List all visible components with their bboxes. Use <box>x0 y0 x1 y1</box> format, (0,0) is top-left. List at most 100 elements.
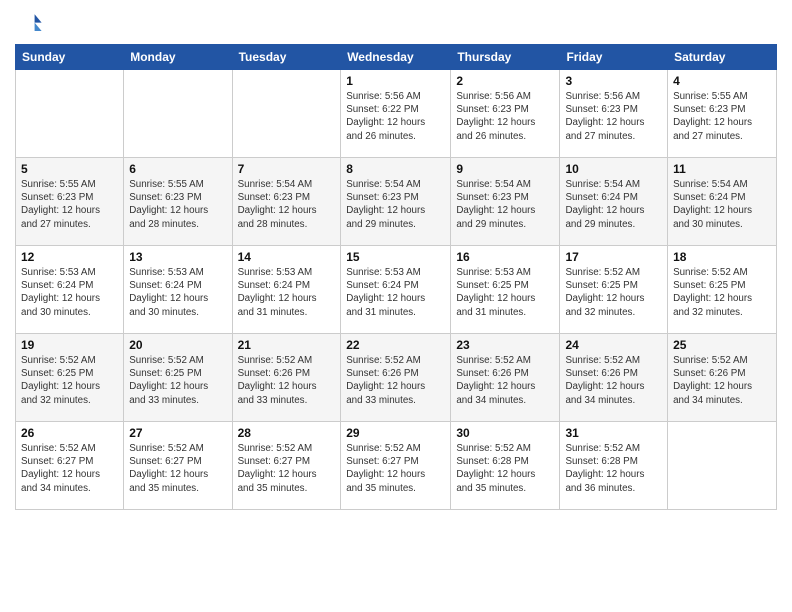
day-number: 3 <box>565 74 662 88</box>
day-number: 22 <box>346 338 445 352</box>
day-cell: 1 Sunrise: 5:56 AMSunset: 6:22 PMDaylight… <box>341 70 451 158</box>
day-info: Sunrise: 5:53 AMSunset: 6:24 PMDaylight:… <box>129 266 226 319</box>
week-row-1: 1 Sunrise: 5:56 AMSunset: 6:22 PMDaylight… <box>16 70 777 158</box>
week-row-2: 5 Sunrise: 5:55 AMSunset: 6:23 PMDaylight… <box>16 158 777 246</box>
day-cell: 30 Sunrise: 5:52 AMSunset: 6:28 PMDayligh… <box>451 422 560 510</box>
day-cell: 26 Sunrise: 5:52 AMSunset: 6:27 PMDayligh… <box>16 422 124 510</box>
header <box>15 10 777 38</box>
day-number: 27 <box>129 426 226 440</box>
day-info: Sunrise: 5:52 AMSunset: 6:27 PMDaylight:… <box>346 442 445 495</box>
day-cell: 25 Sunrise: 5:52 AMSunset: 6:26 PMDayligh… <box>668 334 777 422</box>
day-info: Sunrise: 5:54 AMSunset: 6:23 PMDaylight:… <box>238 178 336 231</box>
day-cell: 4Sunrise: 5:55 AMSunset: 6:23 PMDaylight… <box>668 70 777 158</box>
day-number: 31 <box>565 426 662 440</box>
header-cell-monday: Monday <box>124 45 232 70</box>
day-cell: 14 Sunrise: 5:53 AMSunset: 6:24 PMDayligh… <box>232 246 341 334</box>
day-info: Sunrise: 5:55 AMSunset: 6:23 PMDaylight:… <box>21 178 118 231</box>
page: SundayMondayTuesdayWednesdayThursdayFrid… <box>0 0 792 612</box>
day-cell <box>232 70 341 158</box>
day-cell: 20 Sunrise: 5:52 AMSunset: 6:25 PMDayligh… <box>124 334 232 422</box>
week-row-4: 19 Sunrise: 5:52 AMSunset: 6:25 PMDayligh… <box>16 334 777 422</box>
day-cell: 7Sunrise: 5:54 AMSunset: 6:23 PMDaylight… <box>232 158 341 246</box>
day-number: 11 <box>673 162 771 176</box>
day-cell: 9 Sunrise: 5:54 AMSunset: 6:23 PMDaylight… <box>451 158 560 246</box>
day-number: 1 <box>346 74 445 88</box>
day-info: Sunrise: 5:54 AMSunset: 6:23 PMDaylight:… <box>456 178 554 231</box>
day-cell: 27 Sunrise: 5:52 AMSunset: 6:27 PMDayligh… <box>124 422 232 510</box>
day-cell: 5 Sunrise: 5:55 AMSunset: 6:23 PMDaylight… <box>16 158 124 246</box>
day-number: 4 <box>673 74 771 88</box>
day-cell: 12 Sunrise: 5:53 AMSunset: 6:24 PMDayligh… <box>16 246 124 334</box>
header-cell-friday: Friday <box>560 45 668 70</box>
day-cell: 29 Sunrise: 5:52 AMSunset: 6:27 PMDayligh… <box>341 422 451 510</box>
day-number: 6 <box>129 162 226 176</box>
day-info: Sunrise: 5:55 AMSunset: 6:23 PMDaylight:… <box>129 178 226 231</box>
day-number: 29 <box>346 426 445 440</box>
day-info: Sunrise: 5:52 AMSunset: 6:25 PMDaylight:… <box>129 354 226 407</box>
day-number: 30 <box>456 426 554 440</box>
day-cell: 8 Sunrise: 5:54 AMSunset: 6:23 PMDaylight… <box>341 158 451 246</box>
day-cell: 28 Sunrise: 5:52 AMSunset: 6:27 PMDayligh… <box>232 422 341 510</box>
day-cell: 6 Sunrise: 5:55 AMSunset: 6:23 PMDaylight… <box>124 158 232 246</box>
logo-icon <box>15 10 43 38</box>
day-info: Sunrise: 5:53 AMSunset: 6:25 PMDaylight:… <box>456 266 554 319</box>
header-cell-saturday: Saturday <box>668 45 777 70</box>
day-number: 20 <box>129 338 226 352</box>
day-cell: 15 Sunrise: 5:53 AMSunset: 6:24 PMDayligh… <box>341 246 451 334</box>
day-number: 5 <box>21 162 118 176</box>
day-cell: 18Sunrise: 5:52 AMSunset: 6:25 PMDayligh… <box>668 246 777 334</box>
day-number: 8 <box>346 162 445 176</box>
day-cell: 24Sunrise: 5:52 AMSunset: 6:26 PMDayligh… <box>560 334 668 422</box>
day-number: 12 <box>21 250 118 264</box>
day-number: 28 <box>238 426 336 440</box>
day-info: Sunrise: 5:52 AMSunset: 6:27 PMDaylight:… <box>238 442 336 495</box>
day-number: 15 <box>346 250 445 264</box>
day-info: Sunrise: 5:52 AMSunset: 6:27 PMDaylight:… <box>129 442 226 495</box>
day-number: 25 <box>673 338 771 352</box>
header-cell-tuesday: Tuesday <box>232 45 341 70</box>
day-info: Sunrise: 5:53 AMSunset: 6:24 PMDaylight:… <box>346 266 445 319</box>
day-number: 19 <box>21 338 118 352</box>
day-info: Sunrise: 5:56 AMSunset: 6:22 PMDaylight:… <box>346 90 445 143</box>
day-number: 9 <box>456 162 554 176</box>
day-number: 10 <box>565 162 662 176</box>
header-cell-thursday: Thursday <box>451 45 560 70</box>
day-info: Sunrise: 5:52 AMSunset: 6:26 PMDaylight:… <box>346 354 445 407</box>
day-info: Sunrise: 5:52 AMSunset: 6:25 PMDaylight:… <box>673 266 771 319</box>
day-info: Sunrise: 5:52 AMSunset: 6:26 PMDaylight:… <box>238 354 336 407</box>
day-cell: 13 Sunrise: 5:53 AMSunset: 6:24 PMDayligh… <box>124 246 232 334</box>
day-cell <box>668 422 777 510</box>
day-number: 2 <box>456 74 554 88</box>
day-cell: 16 Sunrise: 5:53 AMSunset: 6:25 PMDayligh… <box>451 246 560 334</box>
day-info: Sunrise: 5:54 AMSunset: 6:23 PMDaylight:… <box>346 178 445 231</box>
day-cell: 19 Sunrise: 5:52 AMSunset: 6:25 PMDayligh… <box>16 334 124 422</box>
day-cell: 3 Sunrise: 5:56 AMSunset: 6:23 PMDaylight… <box>560 70 668 158</box>
day-number: 17 <box>565 250 662 264</box>
logo <box>15 10 47 38</box>
day-info: Sunrise: 5:52 AMSunset: 6:26 PMDaylight:… <box>673 354 771 407</box>
header-cell-wednesday: Wednesday <box>341 45 451 70</box>
day-cell: 2 Sunrise: 5:56 AMSunset: 6:23 PMDaylight… <box>451 70 560 158</box>
day-cell: 11 Sunrise: 5:54 AMSunset: 6:24 PMDayligh… <box>668 158 777 246</box>
day-cell: 10 Sunrise: 5:54 AMSunset: 6:24 PMDayligh… <box>560 158 668 246</box>
header-row: SundayMondayTuesdayWednesdayThursdayFrid… <box>16 45 777 70</box>
day-info: Sunrise: 5:53 AMSunset: 6:24 PMDaylight:… <box>238 266 336 319</box>
day-info: Sunrise: 5:52 AMSunset: 6:25 PMDaylight:… <box>565 266 662 319</box>
day-info: Sunrise: 5:53 AMSunset: 6:24 PMDaylight:… <box>21 266 118 319</box>
day-number: 21 <box>238 338 336 352</box>
day-info: Sunrise: 5:52 AMSunset: 6:25 PMDaylight:… <box>21 354 118 407</box>
day-info: Sunrise: 5:52 AMSunset: 6:27 PMDaylight:… <box>21 442 118 495</box>
day-info: Sunrise: 5:54 AMSunset: 6:24 PMDaylight:… <box>565 178 662 231</box>
day-info: Sunrise: 5:52 AMSunset: 6:26 PMDaylight:… <box>456 354 554 407</box>
day-info: Sunrise: 5:52 AMSunset: 6:28 PMDaylight:… <box>456 442 554 495</box>
day-number: 26 <box>21 426 118 440</box>
day-info: Sunrise: 5:54 AMSunset: 6:24 PMDaylight:… <box>673 178 771 231</box>
day-number: 14 <box>238 250 336 264</box>
day-info: Sunrise: 5:56 AMSunset: 6:23 PMDaylight:… <box>456 90 554 143</box>
header-cell-sunday: Sunday <box>16 45 124 70</box>
day-number: 16 <box>456 250 554 264</box>
day-info: Sunrise: 5:56 AMSunset: 6:23 PMDaylight:… <box>565 90 662 143</box>
day-number: 13 <box>129 250 226 264</box>
day-cell: 21 Sunrise: 5:52 AMSunset: 6:26 PMDayligh… <box>232 334 341 422</box>
day-number: 23 <box>456 338 554 352</box>
